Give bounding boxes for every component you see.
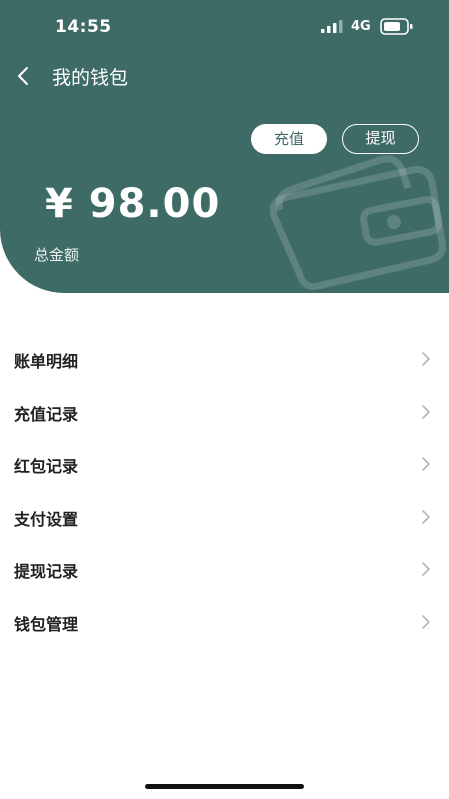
menu-item-wallet-management[interactable]: 钱包管理 (0, 595, 449, 648)
battery-icon (380, 18, 413, 35)
menu-item-payment-settings[interactable]: 支付设置 (0, 490, 449, 543)
chevron-right-icon (422, 457, 430, 471)
wallet-menu: 账单明细 充值记录 红包记录 支付设置 提现记录 钱包管理 (0, 332, 449, 648)
home-indicator[interactable] (145, 784, 304, 789)
page-title: 我的钱包 (52, 67, 129, 89)
menu-item-bill-details[interactable]: 账单明细 (0, 332, 449, 385)
wallet-watermark-icon (269, 155, 446, 290)
nav-bar: 我的钱包 (0, 56, 449, 96)
menu-item-red-packet-records[interactable]: 红包记录 (0, 437, 449, 490)
chevron-right-icon (422, 509, 430, 524)
chevron-right-icon (422, 615, 430, 629)
chevron-right-icon (422, 352, 430, 366)
network-label: 4G (351, 19, 371, 34)
menu-item-label: 提现记录 (14, 562, 79, 582)
menu-item-recharge-records[interactable]: 充值记录 (0, 385, 449, 438)
chevron-right-icon (422, 562, 430, 577)
menu-item-withdraw-records[interactable]: 提现记录 (0, 542, 449, 595)
chevron-right-icon (422, 404, 430, 419)
menu-item-label: 红包记录 (14, 457, 79, 477)
balance-label: 总金额 (34, 246, 80, 264)
menu-item-label: 支付设置 (14, 509, 79, 529)
status-time: 14:55 (55, 17, 112, 37)
menu-item-label: 账单明细 (14, 352, 79, 371)
menu-item-label: 钱包管理 (14, 614, 79, 634)
back-arrow-icon[interactable] (13, 65, 35, 87)
balance-amount: ¥ 98.00 (45, 181, 221, 227)
status-bar: 14:55 4G (0, 0, 449, 56)
wallet-header: 14:55 4G 我的钱包 充值 提现 ¥ 98.00 总金额 (0, 0, 449, 293)
signal-icon (321, 20, 343, 33)
menu-item-label: 充值记录 (14, 404, 79, 424)
